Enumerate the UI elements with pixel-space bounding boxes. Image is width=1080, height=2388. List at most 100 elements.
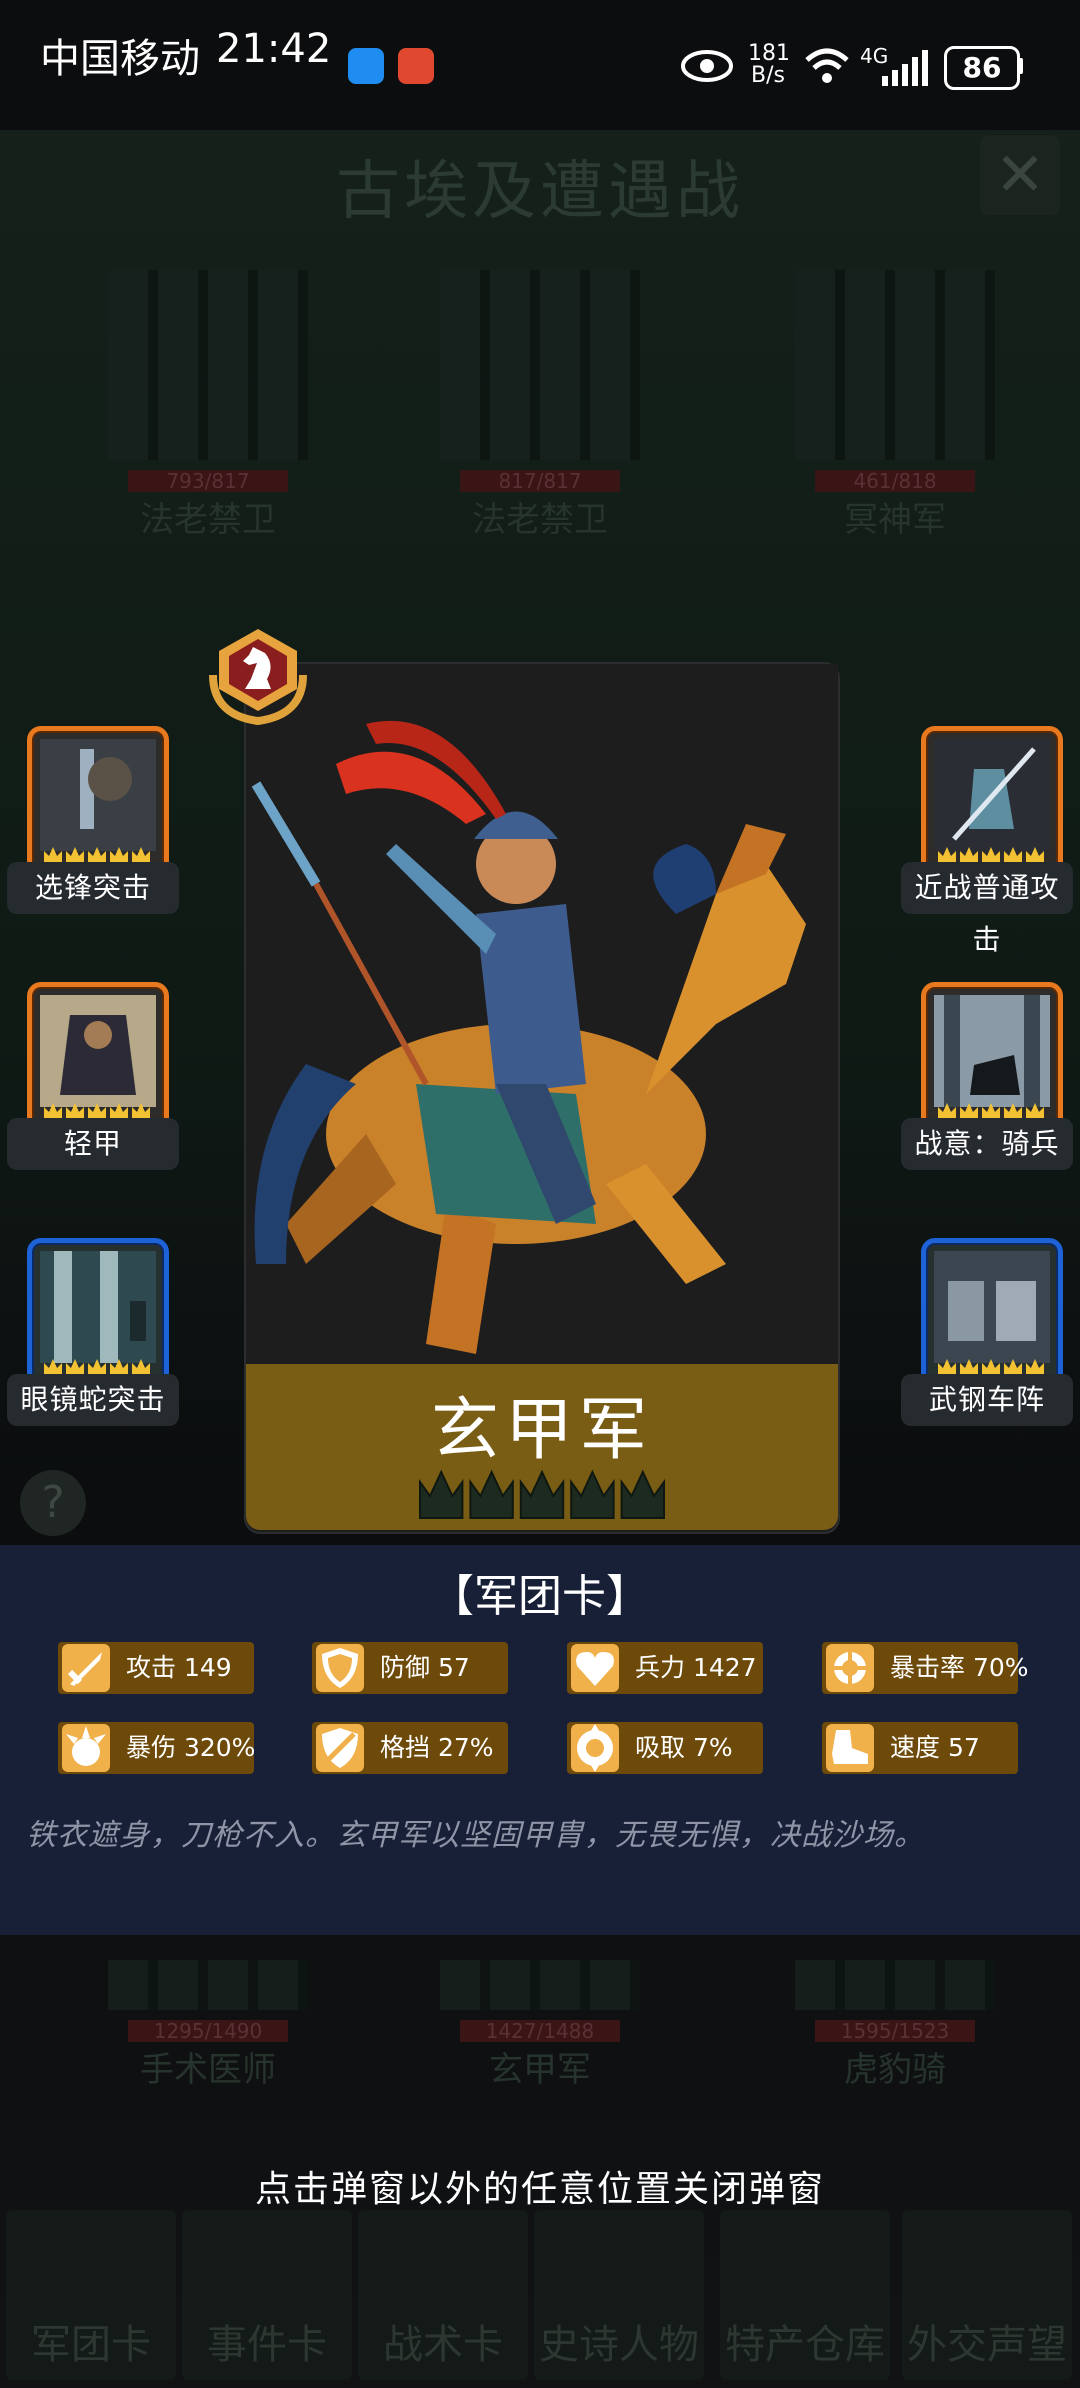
message-app-icon bbox=[348, 48, 384, 84]
skill-icon-wugang-chariot-formation[interactable] bbox=[921, 1238, 1063, 1388]
unit-name: 手术医师 bbox=[140, 2050, 276, 2090]
star-crowns bbox=[419, 1469, 665, 1519]
stat-label: 兵力 1427 bbox=[635, 1653, 757, 1682]
skill-label: 战意：骑兵 bbox=[901, 1118, 1073, 1170]
mini-crown-icon bbox=[132, 847, 150, 863]
stat-label: 暴伤 320% bbox=[126, 1733, 256, 1762]
crown-icon bbox=[469, 1469, 514, 1519]
enemy-unit: 793/817 法老禁卫 bbox=[58, 270, 358, 541]
block-shield-icon bbox=[316, 1724, 364, 1772]
nav-specialty-warehouse[interactable]: 特产仓库 bbox=[720, 2210, 890, 2380]
enemy-unit: 461/818 冥神军 bbox=[745, 270, 1045, 541]
crown-icon bbox=[419, 1469, 464, 1519]
battery-level: 86 bbox=[962, 51, 1002, 84]
nav-diplomacy[interactable]: 外交声望 bbox=[902, 2210, 1072, 2380]
nav-tactic-cards[interactable]: 战术卡 bbox=[358, 2210, 528, 2380]
stat-label: 暴击率 70% bbox=[890, 1653, 1029, 1682]
mini-crown-icon bbox=[1004, 847, 1022, 863]
skill-icon-light-armor[interactable] bbox=[27, 982, 169, 1132]
mini-crown-icon bbox=[44, 1103, 62, 1119]
unit-hp: 817/817 bbox=[460, 470, 620, 492]
mini-crown-icon bbox=[132, 1103, 150, 1119]
crown-icon bbox=[570, 1469, 615, 1519]
carrier-label: 中国移动 bbox=[40, 36, 200, 82]
mini-crown-icon bbox=[110, 1359, 128, 1375]
mini-crown-icon bbox=[1026, 1359, 1044, 1375]
unit-hp: 793/817 bbox=[128, 470, 288, 492]
mini-crown-icon bbox=[938, 847, 956, 863]
close-icon[interactable]: ✕ bbox=[980, 135, 1060, 215]
mini-crown-icon bbox=[938, 1103, 956, 1119]
signal-icon bbox=[882, 50, 928, 86]
stat-label: 防御 57 bbox=[380, 1653, 470, 1682]
nav-epic-figures[interactable]: 史诗人物 bbox=[534, 2210, 704, 2380]
unit-formation bbox=[795, 1960, 995, 2010]
skill-label: 武钢车阵 bbox=[901, 1374, 1073, 1426]
unit-hp: 1427/1488 bbox=[460, 2020, 620, 2042]
mini-crown-icon bbox=[938, 1359, 956, 1375]
nav-label: 外交声望 bbox=[907, 2322, 1067, 2368]
skill-art bbox=[934, 995, 1050, 1107]
crown-icon bbox=[519, 1469, 565, 1519]
mini-crown-icon bbox=[1026, 1103, 1044, 1119]
ally-unit: 1295/1490 手术医师 bbox=[58, 1960, 358, 2091]
help-icon[interactable]: ? bbox=[20, 1470, 86, 1536]
knight-rank-badge-icon bbox=[209, 629, 307, 725]
nav-event-cards[interactable]: 事件卡 bbox=[182, 2210, 352, 2380]
unit-hp: 1595/1523 bbox=[815, 2020, 975, 2042]
mini-crown-icon bbox=[960, 1103, 978, 1119]
stat-attack: 攻击 149 bbox=[58, 1642, 254, 1694]
stat-troops: 兵力 1427 bbox=[567, 1642, 763, 1694]
skill-icon-melee-attack[interactable] bbox=[921, 726, 1063, 876]
stat-lifesteal: 吸取 7% bbox=[567, 1722, 763, 1774]
eye-icon bbox=[681, 50, 733, 82]
nav-label: 史诗人物 bbox=[539, 2322, 699, 2368]
nav-label: 特产仓库 bbox=[725, 2322, 885, 2368]
close-hint: 点击弹窗以外的任意位置关闭弹窗 bbox=[254, 2169, 825, 2210]
battery-tip bbox=[1018, 58, 1023, 74]
mini-crown-icon bbox=[1004, 1103, 1022, 1119]
skill-label: 眼镜蛇突击 bbox=[7, 1374, 179, 1426]
unit-formation bbox=[108, 270, 308, 460]
enemy-unit: 817/817 法老禁卫 bbox=[390, 270, 690, 541]
mini-crown-icon bbox=[1026, 847, 1044, 863]
stat-crit-damage: 暴伤 320% bbox=[58, 1722, 256, 1774]
stat-label: 吸取 7% bbox=[635, 1733, 733, 1762]
absorb-icon bbox=[571, 1724, 619, 1772]
mini-crown-icon bbox=[66, 847, 84, 863]
nav-label: 事件卡 bbox=[207, 2322, 327, 2368]
mini-crown-icon bbox=[982, 1359, 1000, 1375]
skill-icon-cobra-assault[interactable] bbox=[27, 1238, 169, 1388]
mini-crown-icon bbox=[66, 1359, 84, 1375]
skill-icon-vanguard-assault[interactable] bbox=[27, 726, 169, 876]
burst-icon bbox=[62, 1724, 110, 1772]
unit-name: 玄甲军 bbox=[489, 2050, 591, 2090]
mini-crown-icon bbox=[110, 847, 128, 863]
skill-art bbox=[934, 739, 1050, 851]
card-name: 玄甲军 bbox=[430, 1391, 653, 1470]
mini-crown-icon bbox=[982, 847, 1000, 863]
nav-label: 战术卡 bbox=[383, 2322, 503, 2368]
nav-legion-cards[interactable]: 军团卡 bbox=[6, 2210, 176, 2380]
ally-unit: 1595/1523 虎豹骑 bbox=[745, 1960, 1045, 2091]
ally-unit: 1427/1488 玄甲军 bbox=[390, 1960, 690, 2091]
unit-hp: 461/818 bbox=[815, 470, 975, 492]
battle-title: 古埃及遭遇战 bbox=[336, 155, 744, 229]
stat-label: 速度 57 bbox=[890, 1733, 980, 1762]
heart-icon bbox=[571, 1644, 619, 1692]
nav-label: 军团卡 bbox=[31, 2322, 151, 2368]
mini-crown-icon bbox=[66, 1103, 84, 1119]
stat-block: 格挡 27% bbox=[312, 1722, 508, 1774]
skill-icon-battle-spirit-cavalry[interactable] bbox=[921, 982, 1063, 1132]
unit-name: 法老禁卫 bbox=[472, 500, 608, 540]
shield-icon bbox=[316, 1644, 364, 1692]
game-app-icon bbox=[398, 48, 434, 84]
stat-label: 攻击 149 bbox=[126, 1653, 232, 1682]
skill-label: 选锋突击 bbox=[7, 862, 179, 914]
mini-crown-icon bbox=[960, 847, 978, 863]
unit-formation bbox=[108, 1960, 308, 2010]
skill-art bbox=[40, 739, 156, 851]
stat-speed: 速度 57 bbox=[822, 1722, 1018, 1774]
unit-hp: 1295/1490 bbox=[128, 2020, 288, 2042]
mini-crown-icon bbox=[44, 847, 62, 863]
